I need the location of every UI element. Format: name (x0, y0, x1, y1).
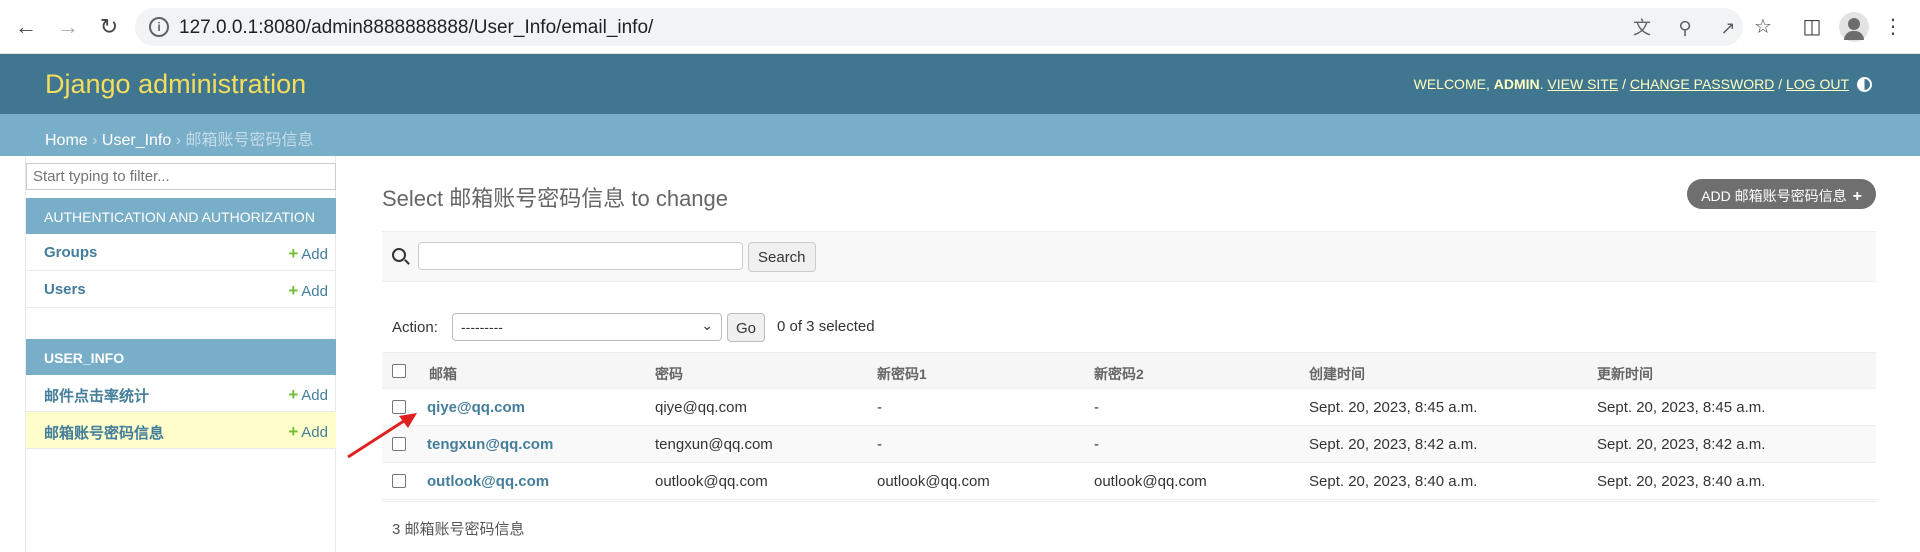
nav-sidebar: AUTHENTICATION AND AUTHORIZATION Groups … (25, 156, 336, 552)
main-content: Select 邮箱账号密码信息 to change ADD 邮箱账号密码信息 + … (382, 156, 1876, 552)
select-all-checkbox[interactable] (392, 364, 406, 378)
row-cell: Sept. 20, 2023, 8:40 a.m. (1309, 473, 1478, 490)
row-cell: Sept. 20, 2023, 8:40 a.m. (1597, 473, 1766, 490)
row-cell: - (877, 399, 882, 416)
groups-add-link[interactable]: + Add (288, 244, 328, 264)
email-click-stats-add-link[interactable]: + Add (288, 385, 328, 405)
theme-toggle-icon[interactable] (1857, 77, 1872, 92)
email-click-stats-link[interactable]: 邮件点击率统计 (44, 388, 149, 405)
column-header[interactable]: 新密码1 (877, 364, 927, 384)
sidebar-item-users[interactable]: Users + Add (26, 271, 336, 308)
go-button[interactable]: Go (727, 313, 766, 342)
share-icon[interactable]: ↗ (1717, 17, 1739, 39)
site-info-icon[interactable]: i (149, 17, 169, 37)
groups-link[interactable]: Groups (44, 244, 97, 261)
email-info-add-link[interactable]: + Add (288, 422, 328, 442)
table-row: qiye@qq.com qiye@qq.com - - Sept. 20, 20… (382, 389, 1876, 426)
zoom-icon[interactable]: ⚲ (1674, 17, 1696, 39)
app-caption-user-info[interactable]: USER_INFO (26, 339, 336, 375)
more-menu-icon[interactable]: ⋮ (1880, 14, 1906, 40)
add-icon: + (288, 244, 299, 263)
plus-icon: + (1852, 188, 1862, 205)
row-cell: outlook@qq.com (1094, 473, 1207, 490)
row-email-link[interactable]: qiye@qq.com (427, 399, 525, 416)
search-icon (392, 248, 406, 262)
email-info-link[interactable]: 邮箱账号密码信息 (44, 425, 164, 442)
nav-filter-input[interactable] (26, 163, 336, 190)
page-title: Select 邮箱账号密码信息 to change (382, 186, 729, 211)
sidebar-item-groups[interactable]: Groups + Add (26, 234, 336, 271)
search-input[interactable] (418, 242, 743, 270)
site-branding[interactable]: Django administration (45, 69, 306, 100)
column-header[interactable]: 新密码2 (1094, 364, 1144, 384)
side-panel-icon[interactable]: ◫ (1799, 14, 1825, 40)
url-text[interactable]: 127.0.0.1:8080/admin8888888888/User_Info… (179, 17, 653, 39)
row-cell: - (1094, 399, 1099, 416)
annotation-arrow-icon (347, 413, 417, 459)
row-cell: qiye@qq.com (655, 399, 747, 416)
table-row: outlook@qq.com outlook@qq.com outlook@qq… (382, 463, 1876, 500)
back-icon[interactable]: ← (12, 13, 40, 41)
row-cell: Sept. 20, 2023, 8:45 a.m. (1309, 399, 1478, 416)
selected-count: 0 of 3 selected (777, 318, 875, 335)
column-header[interactable]: 更新时间 (1597, 364, 1653, 384)
chevron-down-icon: ⌄ (701, 317, 713, 333)
users-link[interactable]: Users (44, 281, 86, 298)
row-cell: Sept. 20, 2023, 8:42 a.m. (1309, 436, 1478, 453)
action-label: Action: (392, 319, 438, 336)
row-cell: - (1094, 436, 1099, 453)
row-email-link[interactable]: tengxun@qq.com (427, 436, 553, 453)
breadcrumb: Home › User_Info › 邮箱账号密码信息 (0, 114, 1920, 156)
row-cell: outlook@qq.com (877, 473, 990, 490)
search-button[interactable]: Search (748, 242, 816, 272)
username: ADMIN (1493, 76, 1540, 92)
app-caption-auth[interactable]: AUTHENTICATION AND AUTHORIZATION (26, 198, 336, 234)
add-icon: + (288, 385, 299, 404)
search-toolbar: Search (382, 231, 1876, 282)
row-cell: - (877, 436, 882, 453)
address-bar[interactable]: i 127.0.0.1:8080/admin8888888888/User_In… (135, 8, 1743, 46)
add-icon: + (288, 422, 299, 441)
translate-icon[interactable]: 文 (1631, 17, 1653, 39)
breadcrumb-current: 邮箱账号密码信息 (185, 132, 314, 149)
sidebar-item-email-info[interactable]: 邮箱账号密码信息 + Add (26, 412, 336, 449)
user-tools: WELCOME, ADMIN. VIEW SITE / CHANGE PASSW… (1414, 76, 1872, 92)
row-cell: Sept. 20, 2023, 8:45 a.m. (1597, 399, 1766, 416)
paginator: 3 邮箱账号密码信息 (382, 501, 1876, 551)
sidebar-item-email-click-stats[interactable]: 邮件点击率统计 + Add (26, 375, 336, 412)
change-password-link[interactable]: CHANGE PASSWORD (1630, 76, 1774, 92)
row-cell: outlook@qq.com (655, 473, 768, 490)
view-site-link[interactable]: VIEW SITE (1547, 76, 1618, 92)
admin-header: Django administration WELCOME, ADMIN. VI… (0, 54, 1920, 114)
action-select[interactable]: --------- ⌄ (452, 313, 722, 341)
users-add-link[interactable]: + Add (288, 281, 328, 301)
logout-link[interactable]: LOG OUT (1786, 76, 1849, 92)
table-row: tengxun@qq.com tengxun@qq.com - - Sept. … (382, 426, 1876, 463)
row-cell: tengxun@qq.com (655, 436, 773, 453)
row-cell: Sept. 20, 2023, 8:42 a.m. (1597, 436, 1766, 453)
add-icon: + (288, 281, 299, 300)
column-header[interactable]: 密码 (655, 364, 683, 384)
breadcrumb-app[interactable]: User_Info (102, 132, 171, 149)
add-email-info-button[interactable]: ADD 邮箱账号密码信息 + (1687, 179, 1876, 209)
welcome-text: WELCOME, (1413, 76, 1494, 92)
table-header: 邮箱 密码 新密码1 新密码2 创建时间 更新时间 (382, 352, 1876, 389)
actions-bar: Action: --------- ⌄ Go 0 of 3 selected (382, 310, 1876, 346)
reload-icon[interactable]: ↻ (95, 13, 123, 41)
column-header[interactable]: 创建时间 (1309, 364, 1365, 384)
bookmark-star-icon[interactable]: ☆ (1750, 14, 1776, 40)
profile-avatar-icon[interactable] (1839, 12, 1869, 42)
forward-icon[interactable]: → (54, 13, 82, 41)
row-checkbox[interactable] (392, 474, 406, 488)
browser-toolbar: ← → ↻ i 127.0.0.1:8080/admin8888888888/U… (0, 0, 1920, 54)
breadcrumb-home[interactable]: Home (45, 132, 88, 149)
column-header[interactable]: 邮箱 (429, 364, 457, 384)
row-email-link[interactable]: outlook@qq.com (427, 473, 549, 490)
